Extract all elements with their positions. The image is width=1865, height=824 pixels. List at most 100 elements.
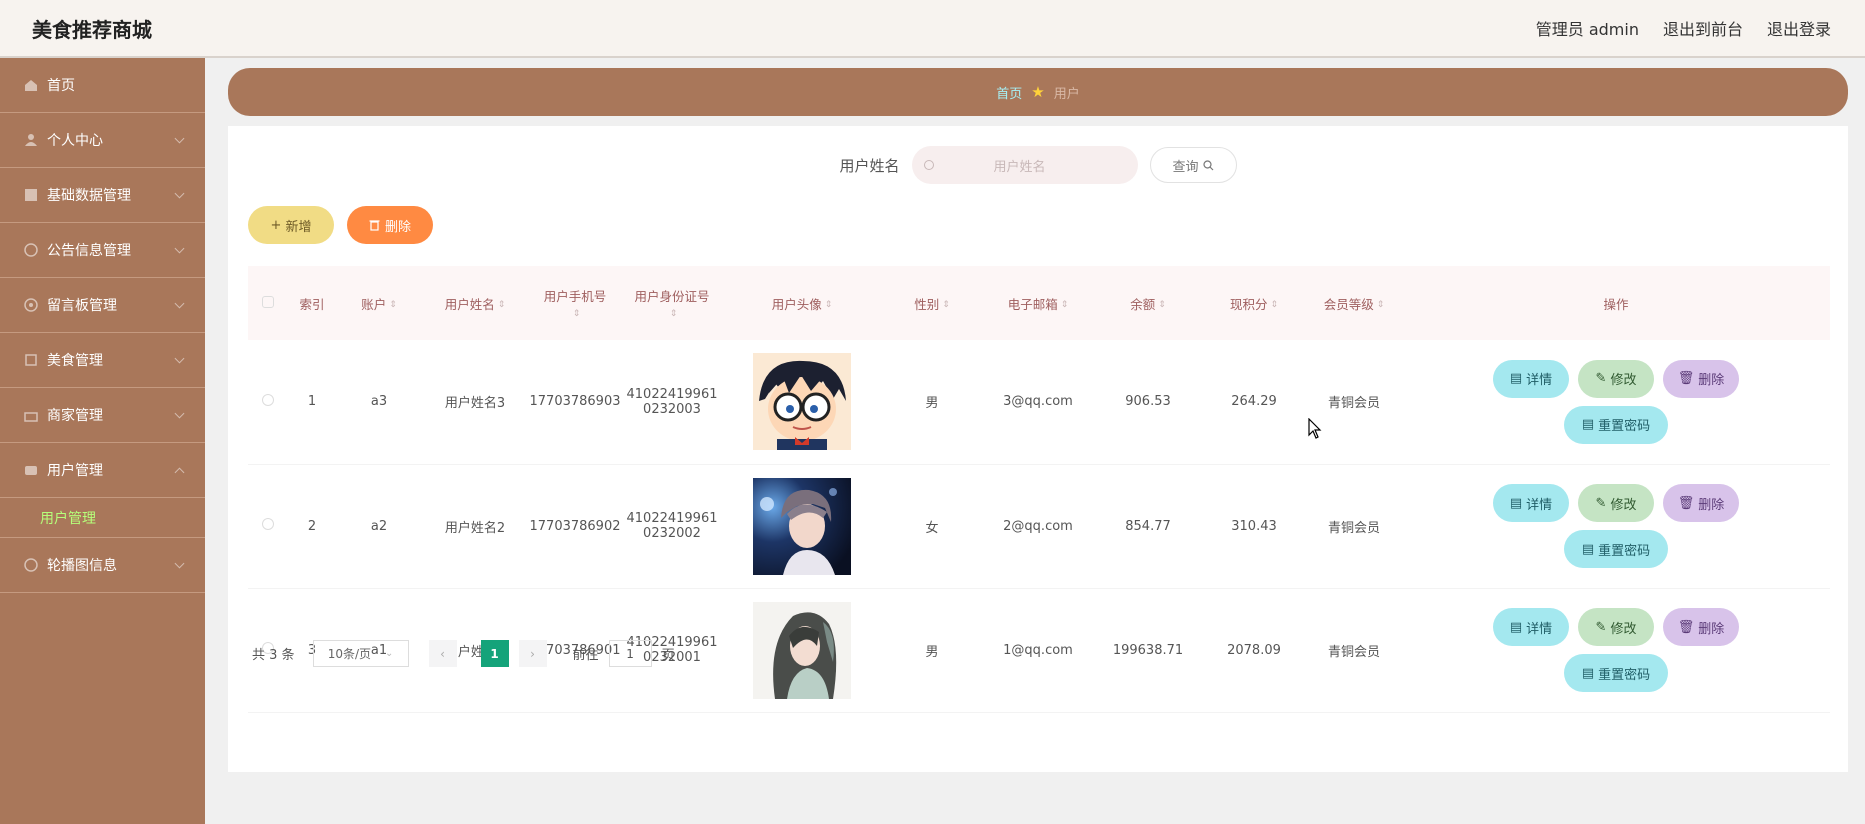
plus-icon: + xyxy=(270,217,282,233)
sort-icon: ⇕ xyxy=(1060,300,1069,310)
col-points[interactable]: 现积分 ⇕ xyxy=(1202,266,1306,340)
goto-label: 前往 xyxy=(572,648,599,663)
detail-button[interactable]: ▤ 详情 xyxy=(1493,359,1569,398)
sort-icon: ⇕ xyxy=(1376,300,1385,310)
logout-link[interactable]: 退出登录 xyxy=(1767,16,1831,40)
col-email[interactable]: 电子邮箱 ⇕ xyxy=(982,266,1094,340)
sort-icon: ⇕ xyxy=(497,300,506,310)
doc-icon: ▤ xyxy=(1509,619,1523,635)
delete-button[interactable]: 🗑 删除 xyxy=(1663,484,1739,522)
reset-password-button[interactable]: ▤ 重置密码 xyxy=(1564,530,1668,568)
cell-actions: ▤ 详情 ✎ 修改 🗑 删除 ▤ 重置密码 xyxy=(1402,464,1830,588)
col-idcard[interactable]: 用户身份证号 ⇕ xyxy=(622,266,722,340)
sidebar-item-basic-data[interactable]: 基础数据管理 xyxy=(0,168,205,223)
breadcrumb-home[interactable]: 首页 xyxy=(996,83,1022,102)
cell-avatar xyxy=(722,588,882,712)
cell-name: 用户姓名2 xyxy=(444,520,506,536)
reset-password-button[interactable]: ▤ 重置密码 xyxy=(1564,654,1668,692)
chevron-up-icon xyxy=(174,467,185,478)
page-unit-label: 页 xyxy=(661,648,675,663)
doc-icon: ▤ xyxy=(1581,665,1595,681)
edit-button[interactable]: ✎ 修改 xyxy=(1578,484,1654,522)
select-all-checkbox[interactable] xyxy=(248,266,288,340)
sidebar-item-label: 轮播图信息 xyxy=(47,558,117,574)
reset-password-button[interactable]: ▤ 重置密码 xyxy=(1564,405,1668,444)
sort-icon: ⇕ xyxy=(942,300,950,310)
cell-gender: 男 xyxy=(925,644,939,660)
edit-button[interactable]: ✎ 修改 xyxy=(1578,608,1654,646)
breadcrumb: 首页 ★ 用户 xyxy=(228,68,1848,116)
cell-level: 青铜会员 xyxy=(1327,520,1380,536)
search-input[interactable]: 用户姓名 xyxy=(911,146,1138,184)
chevron-down-icon xyxy=(174,353,185,364)
sidebar-item-label: 基础数据管理 xyxy=(47,188,131,204)
food-icon xyxy=(24,353,38,367)
cell-gender: 女 xyxy=(925,520,939,536)
avatar-image[interactable] xyxy=(753,477,851,575)
goto-page-input[interactable]: 1 xyxy=(608,640,652,667)
sort-icon: ⇕ xyxy=(669,308,678,319)
col-name[interactable]: 用户姓名 ⇕ xyxy=(422,266,528,340)
prev-page-button[interactable]: ‹ xyxy=(428,640,457,667)
add-button[interactable]: + 新增 xyxy=(248,206,334,244)
bulk-delete-button[interactable]: 删除 xyxy=(347,206,433,244)
chevron-down-icon xyxy=(174,298,185,309)
sidebar-item-merchant[interactable]: 商家管理 xyxy=(0,388,205,443)
cell-email: 2@qq.com xyxy=(1003,518,1073,534)
search-button[interactable]: 查询 xyxy=(1149,147,1237,183)
cell-idcard: 41022419961 0232003 xyxy=(626,386,718,417)
sidebar-subitem-users[interactable]: 用户管理 xyxy=(0,498,205,538)
avatar-image[interactable] xyxy=(753,601,851,699)
chevron-down-icon xyxy=(174,243,185,254)
pencil-icon: ✎ xyxy=(1595,619,1607,635)
chevron-down-icon xyxy=(174,558,185,569)
table-header-row: 索引 账户 ⇕ 用户姓名 ⇕ 用户手机号 ⇕ 用户身份证号 ⇕ 用户头像 ⇕ 性别 ⇕ 电子… xyxy=(248,266,1830,340)
detail-button[interactable]: ▤ 详情 xyxy=(1493,608,1569,646)
cell-balance: 199638.71 xyxy=(1112,642,1184,658)
carousel-icon xyxy=(24,558,38,572)
cell-points: 310.43 xyxy=(1231,518,1277,534)
cell-level: 青铜会员 xyxy=(1327,396,1380,412)
edit-button[interactable]: ✎ 修改 xyxy=(1578,359,1654,398)
detail-button[interactable]: ▤ 详情 xyxy=(1493,484,1569,522)
doc-icon: ▤ xyxy=(1509,371,1523,387)
row-radio[interactable] xyxy=(248,340,288,464)
next-page-button[interactable]: › xyxy=(518,640,547,667)
sidebar-item-home[interactable]: 首页 xyxy=(0,58,205,113)
page-size-select[interactable]: 10条/页 ⌄ xyxy=(312,640,409,667)
back-to-front-link[interactable]: 退出到前台 xyxy=(1663,16,1743,40)
users-icon xyxy=(24,463,38,477)
sidebar-item-label: 留言板管理 xyxy=(47,298,117,314)
cell-account: a3 xyxy=(370,394,388,410)
avatar-image[interactable] xyxy=(753,353,851,451)
sort-icon: ⇕ xyxy=(824,300,833,310)
row-radio[interactable] xyxy=(248,464,288,588)
star-icon: ★ xyxy=(1031,83,1045,101)
sidebar-item-food[interactable]: 美食管理 xyxy=(0,333,205,388)
sidebar-item-notice[interactable]: 公告信息管理 xyxy=(0,223,205,278)
sidebar-item-message-board[interactable]: 留言板管理 xyxy=(0,278,205,333)
delete-button[interactable]: 🗑 删除 xyxy=(1663,608,1739,646)
sidebar-item-users[interactable]: 用户管理 xyxy=(0,443,205,498)
search-bar: 用户姓名 用户姓名 查询 xyxy=(228,146,1848,184)
search-button-label: 查询 xyxy=(1172,159,1199,175)
breadcrumb-current: 用户 xyxy=(1053,86,1080,102)
admin-label: 管理员 admin xyxy=(1535,20,1639,39)
chevron-down-icon: ⌄ xyxy=(385,648,394,659)
delete-button[interactable]: 🗑 删除 xyxy=(1663,359,1739,398)
pencil-icon: ✎ xyxy=(1595,371,1607,387)
col-account[interactable]: 账户 ⇕ xyxy=(336,266,422,340)
top-header: 美食推荐商城 管理员 admin 退出到前台 退出登录 xyxy=(0,0,1865,58)
sidebar-item-carousel[interactable]: 轮播图信息 xyxy=(0,538,205,593)
col-phone[interactable]: 用户手机号 ⇕ xyxy=(528,266,622,340)
doc-icon: ▤ xyxy=(1581,417,1595,433)
col-gender[interactable]: 性别 ⇕ xyxy=(882,266,982,340)
cell-actions: ▤ 详情 ✎ 修改 🗑 删除 ▤ 重置密码 xyxy=(1402,340,1830,464)
col-level[interactable]: 会员等级 ⇕ xyxy=(1306,266,1402,340)
pagination: 共 3 条 10条/页 ⌄ ‹ 1 › 前往 1 页 xyxy=(252,640,675,667)
col-balance[interactable]: 余额 ⇕ xyxy=(1094,266,1202,340)
sidebar-item-personal[interactable]: 个人中心 xyxy=(0,113,205,168)
cell-index: 2 xyxy=(307,518,317,534)
col-avatar[interactable]: 用户头像 ⇕ xyxy=(722,266,882,340)
page-number-current[interactable]: 1 xyxy=(480,640,509,667)
